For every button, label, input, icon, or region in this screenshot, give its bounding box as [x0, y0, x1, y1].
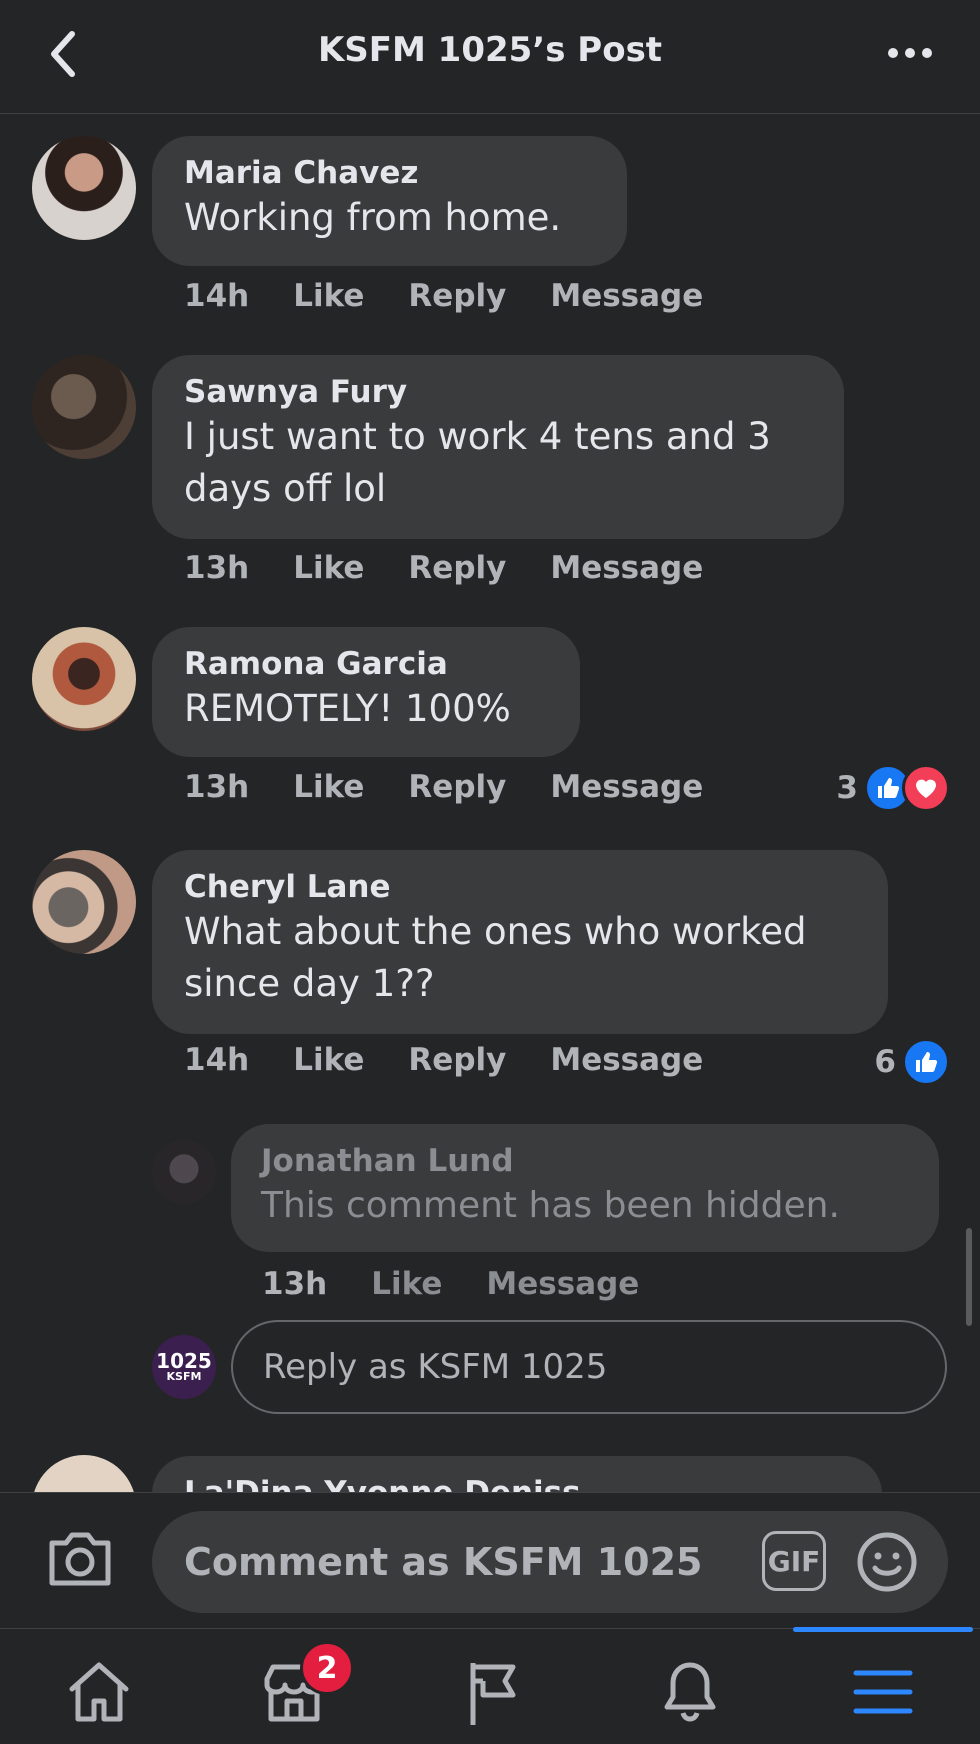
page-title: KSFM 1025’s Post	[317, 30, 663, 70]
reaction-summary[interactable]: 6	[874, 1038, 950, 1086]
notification-badge: 2	[300, 1641, 354, 1695]
comment-time[interactable]: 14h	[184, 278, 249, 314]
scrollbar[interactable]	[966, 1228, 972, 1326]
more-options-button[interactable]	[880, 40, 940, 66]
message-button[interactable]: Message	[550, 550, 703, 586]
comment-time[interactable]: 13h	[262, 1266, 327, 1302]
comment-actions: 14h Like Reply Message	[184, 1042, 703, 1078]
love-reaction-icon	[902, 764, 950, 812]
partial-comment: La'Dina Yvonne Deniss	[0, 1452, 980, 1492]
avatar[interactable]	[32, 627, 136, 731]
like-button[interactable]: Like	[293, 1042, 364, 1078]
avatar[interactable]	[32, 355, 136, 459]
commenter-name[interactable]: Ramona Garcia	[184, 645, 548, 683]
comment-time[interactable]: 13h	[184, 550, 249, 586]
reply-button[interactable]: Reply	[408, 278, 506, 314]
commenter-name[interactable]: Maria Chavez	[184, 154, 595, 192]
tab-home[interactable]	[49, 1659, 149, 1729]
like-button[interactable]: Like	[293, 278, 364, 314]
message-button[interactable]: Message	[550, 1042, 703, 1078]
avatar[interactable]	[152, 1140, 216, 1204]
menu-icon	[853, 1670, 913, 1714]
comment-composer: Comment as KSFM 1025 GIF	[0, 1492, 980, 1629]
active-tab-indicator	[793, 1627, 973, 1632]
message-button[interactable]: Message	[486, 1266, 639, 1302]
like-button[interactable]: Like	[293, 769, 364, 805]
message-button[interactable]: Message	[550, 278, 703, 314]
avatar[interactable]	[32, 850, 136, 954]
reply-button[interactable]: Reply	[408, 769, 506, 805]
comment-time[interactable]: 13h	[184, 769, 249, 805]
comment-bubble[interactable]: Maria Chavez Working from home.	[152, 136, 627, 266]
avatar[interactable]	[32, 136, 136, 240]
page-avatar-logo: 1025	[156, 1349, 212, 1373]
smiley-icon	[857, 1532, 917, 1592]
like-button[interactable]: Like	[293, 550, 364, 586]
reply-button[interactable]: Reply	[408, 1042, 506, 1078]
page-avatar-sub: KSFM	[166, 1370, 202, 1383]
commenter-name[interactable]: Sawnya Fury	[184, 373, 812, 411]
emoji-button[interactable]	[856, 1531, 918, 1593]
tab-notifications[interactable]	[640, 1659, 740, 1729]
reply-button[interactable]: Reply	[408, 550, 506, 586]
comment-bubble[interactable]: Sawnya Fury I just want to work 4 tens a…	[152, 355, 844, 539]
avatar[interactable]	[32, 1455, 136, 1492]
reaction-summary[interactable]: 3	[836, 764, 950, 812]
comment-actions: 13h Like Message	[262, 1266, 639, 1302]
reply-input[interactable]: Reply as KSFM 1025	[231, 1320, 947, 1414]
like-reaction-icon	[902, 1038, 950, 1086]
comment-text: What about the ones who worked since day…	[184, 910, 807, 1005]
comment-text: This comment has been hidden.	[261, 1185, 840, 1226]
comment-text: Working from home.	[184, 196, 562, 239]
comment-actions: 13h Like Reply Message	[184, 550, 703, 586]
camera-button[interactable]	[46, 1529, 122, 1595]
comment-input[interactable]: Comment as KSFM 1025	[152, 1511, 948, 1613]
tab-pages[interactable]	[442, 1659, 542, 1729]
commenter-name[interactable]: Cheryl Lane	[184, 868, 856, 906]
reaction-count: 6	[874, 1044, 896, 1080]
gif-button[interactable]: GIF	[762, 1531, 826, 1591]
tab-menu[interactable]	[833, 1659, 933, 1729]
flag-icon	[470, 1663, 516, 1725]
comment-actions: 14h Like Reply Message	[184, 278, 703, 314]
page-avatar: 1025 KSFM	[152, 1335, 216, 1399]
post-header: KSFM 1025’s Post	[0, 0, 980, 114]
comment-bubble[interactable]: Cheryl Lane What about the ones who work…	[152, 850, 888, 1034]
comment-actions: 13h Like Reply Message	[184, 769, 703, 805]
comment-text: I just want to work 4 tens and 3 days of…	[184, 415, 771, 510]
comment-bubble[interactable]: Ramona Garcia REMOTELY! 100%	[152, 627, 580, 757]
like-button[interactable]: Like	[371, 1266, 442, 1302]
more-icon	[888, 48, 932, 58]
comment-text: REMOTELY! 100%	[184, 687, 511, 730]
reaction-count: 3	[836, 770, 858, 806]
commenter-name[interactable]: La'Dina Yvonne Deniss	[184, 1474, 850, 1492]
bell-icon	[664, 1662, 716, 1722]
comment-time[interactable]: 14h	[184, 1042, 249, 1078]
home-icon	[69, 1662, 129, 1722]
comment-bubble[interactable]: La'Dina Yvonne Deniss	[152, 1456, 882, 1492]
comment-bubble[interactable]: Jonathan Lund This comment has been hidd…	[231, 1124, 939, 1252]
bottom-tab-bar: 2	[0, 1627, 980, 1744]
commenter-name[interactable]: Jonathan Lund	[261, 1142, 909, 1180]
message-button[interactable]: Message	[550, 769, 703, 805]
camera-icon	[49, 1532, 111, 1586]
